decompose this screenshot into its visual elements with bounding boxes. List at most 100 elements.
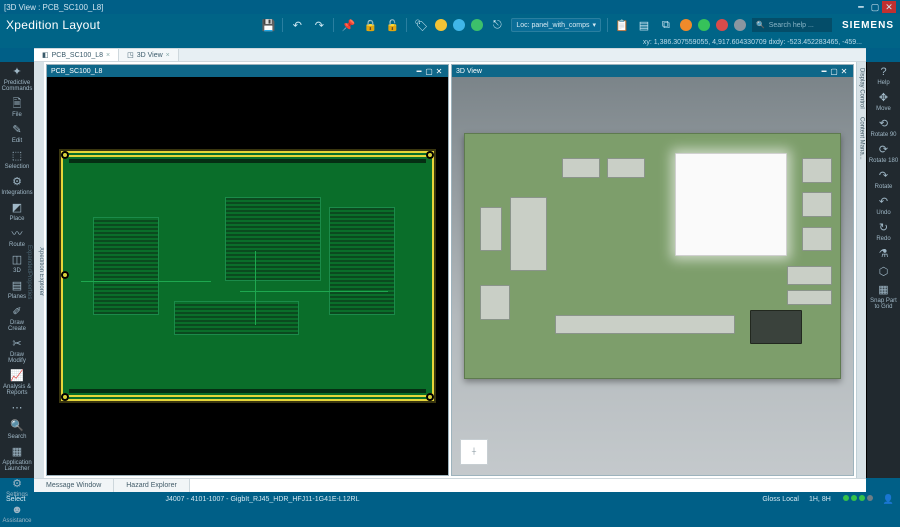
window-titlebar: [3D View : PCB_SC100_L8] ━ ▢ ✕	[0, 0, 900, 14]
sidebar-item-rotate-180[interactable]: ⟳Rotate 180	[868, 142, 900, 167]
layer-blue-icon[interactable]	[453, 19, 465, 31]
layer-green-icon[interactable]	[471, 19, 483, 31]
pane-minimize-icon[interactable]: ━	[414, 67, 424, 76]
sidebar-item-redo[interactable]: ↻Redo	[868, 220, 900, 245]
close-tab-icon[interactable]: ×	[106, 52, 110, 59]
sidebar-item-more[interactable]: ⬡	[868, 264, 900, 281]
left-rail[interactable]: Xpedition Explorer ExpandedProperties	[34, 62, 44, 478]
integrations-icon: ⚙	[12, 177, 22, 188]
sidebar-item-rotate[interactable]: ↷Rotate	[868, 168, 900, 193]
status-red-icon[interactable]	[716, 19, 728, 31]
lock-icon[interactable]: 🔒	[362, 17, 378, 33]
doc-tab-pcb[interactable]: ◧ PCB_SC100_L8 ×	[34, 49, 119, 61]
sidebar-item-more[interactable]: ⋯	[1, 400, 33, 417]
right-rail[interactable]: Display Control Content Mana...	[856, 62, 866, 478]
snap-part-to-grid-icon: ▦	[878, 285, 888, 296]
compare-icon[interactable]: ⧉	[658, 17, 674, 33]
sidebar-item-label: Place	[9, 216, 24, 222]
location-combo[interactable]: Loc: panel_with_comps ▾	[511, 18, 601, 32]
sidebar-item-snap-part-to-grid[interactable]: ▦Snap Part to Grid	[868, 282, 900, 313]
pane-3d-header: 3D View ━ ▢ ✕	[452, 65, 853, 77]
pane-minimize-icon[interactable]: ━	[819, 67, 829, 76]
tag-icon[interactable]: 🏷	[413, 17, 429, 33]
pane-close-icon[interactable]: ✕	[839, 67, 849, 76]
sidebar-item-selection[interactable]: ⬚Selection	[1, 148, 33, 173]
status-orange-icon[interactable]	[680, 19, 692, 31]
redo-icon[interactable]: ↷	[311, 17, 327, 33]
sidebar-item-undo[interactable]: ↶Undo	[868, 194, 900, 219]
search-icon: 🔍	[756, 21, 765, 29]
status-user-icon[interactable]: 👤	[883, 494, 894, 505]
pin-icon[interactable]: 📌	[340, 17, 356, 33]
status-gray-icon[interactable]	[734, 19, 746, 31]
close-tab-icon[interactable]: ×	[166, 52, 170, 59]
sidebar-item-place[interactable]: ◩Place	[1, 200, 33, 225]
sidebar-item-edit[interactable]: ✎Edit	[1, 122, 33, 147]
sidebar-item-file[interactable]: 🗎File	[1, 96, 33, 121]
rail-tab[interactable]: Display Control	[859, 68, 865, 109]
sidebar-item-analysis-reports[interactable]: 📈Analysis & Reports	[1, 368, 33, 399]
rotate-180-icon: ⟳	[879, 145, 888, 156]
pcb-3d-board[interactable]	[464, 133, 841, 380]
tab-hazard-explorer[interactable]: Hazard Explorer	[114, 479, 190, 492]
workarea: PCB_SC100_L8 ━ ▢ ✕	[44, 62, 856, 478]
predictive-commands-icon: ✦	[12, 67, 21, 78]
pane-2d-viewport[interactable]	[47, 77, 448, 475]
selection-icon: ⬚	[12, 151, 22, 162]
status-mode: Select	[6, 496, 25, 503]
status-component: J4007 - 4101-1007 - GigbIt_RJ45_HDR_HFJ1…	[165, 496, 359, 503]
window-close-button[interactable]: ✕	[882, 1, 896, 13]
sidebar-item-label: Search	[7, 434, 26, 440]
help-search-input[interactable]: 🔍 Search help ...	[752, 18, 832, 32]
sidebar-item-search[interactable]: 🔍 Search	[1, 418, 33, 443]
pane-3d-viewport[interactable]: ┼	[452, 77, 853, 475]
sidebar-item-integrations[interactable]: ⚙Integrations	[1, 174, 33, 199]
sidebar-item-more[interactable]: ⚗	[868, 246, 900, 263]
sidebar-item-move[interactable]: ✥Move	[868, 90, 900, 115]
planes-icon: ▤	[12, 281, 22, 292]
window-maximize-button[interactable]: ▢	[868, 1, 882, 13]
pane-maximize-icon[interactable]: ▢	[424, 67, 434, 76]
document-tabstrip: ◧ PCB_SC100_L8 × ◳ 3D View ×	[34, 48, 866, 62]
axis-triad[interactable]: ┼	[460, 439, 488, 465]
settings-icon: ⚙	[12, 479, 22, 490]
sidebar-item-draw-modify[interactable]: ✂Draw Modify	[1, 336, 33, 367]
tab-message-window[interactable]: Message Window	[34, 479, 114, 492]
pane-close-icon[interactable]: ✕	[434, 67, 444, 76]
stack-icon[interactable]: ▤	[636, 17, 652, 33]
rail-tab[interactable]: ExpandedProperties	[26, 245, 32, 299]
doc-tab-3dview[interactable]: ◳ 3D View ×	[119, 49, 179, 61]
rail-tab[interactable]: Content Mana...	[859, 117, 865, 160]
clipboard-icon[interactable]: 📋	[614, 17, 630, 33]
coordinate-readout: xy: 1,386.307559055, 4,917.604330709 dxd…	[0, 36, 900, 48]
status-gloss[interactable]: Gloss Local	[762, 496, 799, 503]
sidebar-item-predictive-commands[interactable]: ✦Predictive Commands	[1, 64, 33, 95]
pcb-outline[interactable]	[63, 153, 432, 400]
sidebar-item-label: Application Launcher	[1, 460, 33, 472]
status-layers[interactable]: 1H, 8H	[809, 496, 831, 503]
pane-maximize-icon[interactable]: ▢	[829, 67, 839, 76]
app-ribbon: Xpedition Layout 💾 ↶ ↷ 📌 🔒 🔓 🏷 ⎋ Loc: pa…	[0, 14, 900, 36]
sidebar-item-application-launcher[interactable]: ▦Application Launcher	[1, 444, 33, 475]
unlock-icon[interactable]: 🔓	[384, 17, 400, 33]
save-icon[interactable]: 💾	[260, 17, 276, 33]
status-leds	[841, 495, 873, 503]
status-green-icon[interactable]	[698, 19, 710, 31]
search-icon: 🔍	[10, 421, 24, 432]
help-icon: ?	[880, 67, 886, 78]
undo-icon[interactable]: ↶	[289, 17, 305, 33]
sidebar-item-label: Help	[877, 80, 889, 86]
net-icon[interactable]: ⎋	[489, 17, 505, 33]
help-search-placeholder: Search help ...	[769, 22, 814, 29]
layer-yellow-icon[interactable]	[435, 19, 447, 31]
more-icon: ⚗	[879, 249, 889, 260]
sidebar-item-draw-create[interactable]: ✐Draw Create	[1, 304, 33, 335]
sidebar-item-rotate-90[interactable]: ⟲Rotate 90	[868, 116, 900, 141]
sidebar-item-label: Move	[876, 106, 891, 112]
window-minimize-button[interactable]: ━	[854, 1, 868, 13]
board-icon: ◧	[42, 51, 49, 59]
bottom-tabstrip: Message Window Hazard Explorer	[34, 478, 866, 492]
3d-icon: ◫	[12, 255, 22, 266]
file-icon: 🗎	[13, 99, 22, 110]
sidebar-item-help[interactable]: ? Help	[868, 64, 900, 89]
